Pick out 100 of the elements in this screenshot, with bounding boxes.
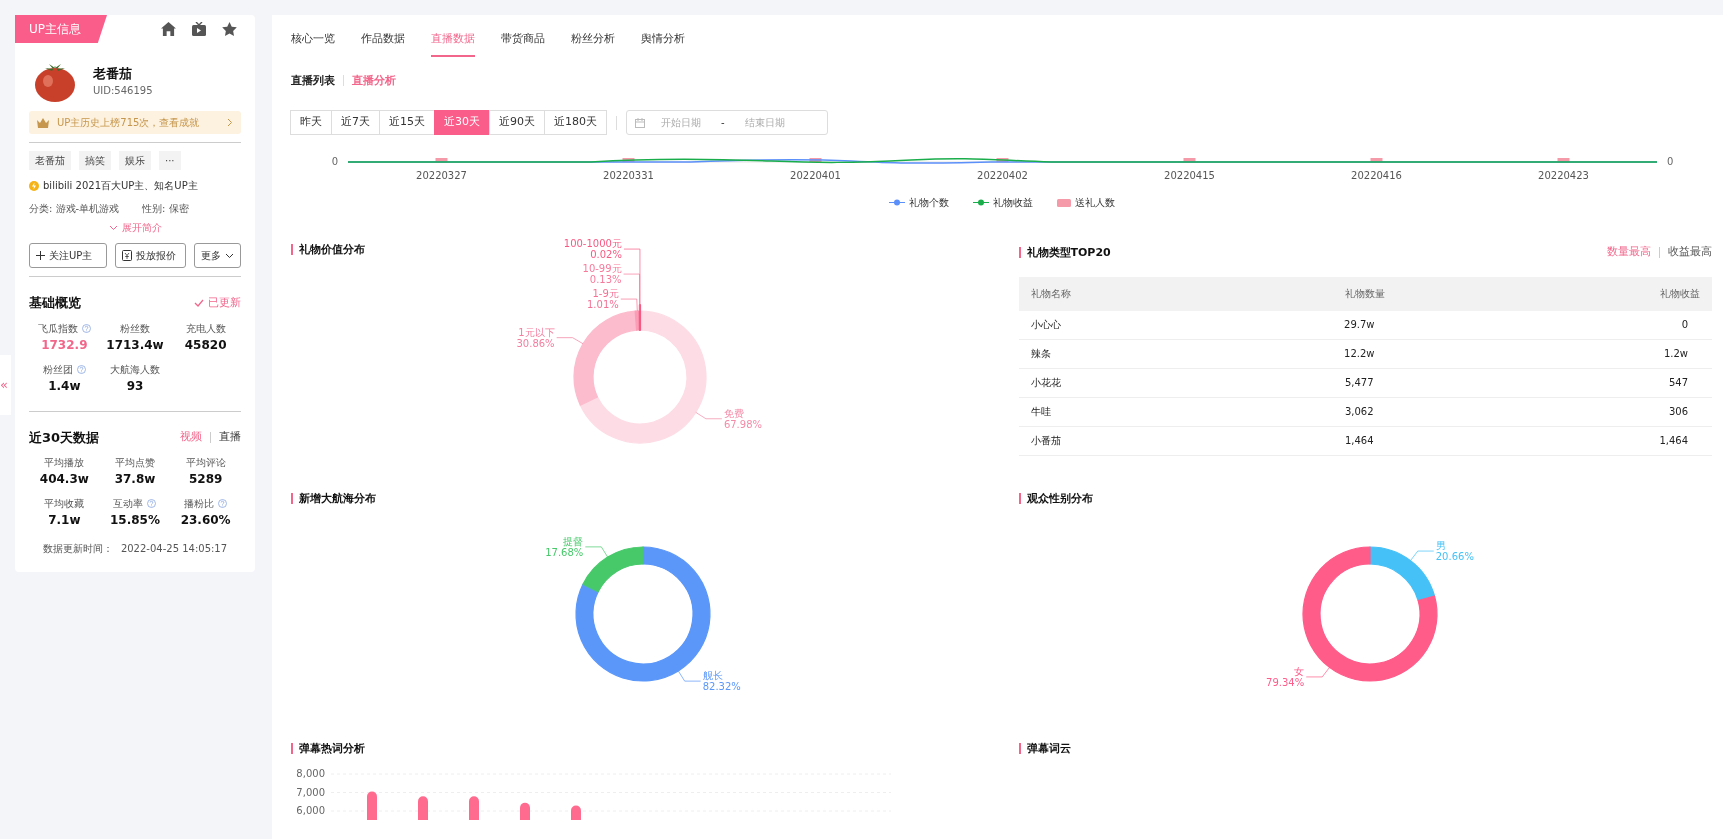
star-icon[interactable]	[222, 22, 237, 36]
table-cell: 547	[1668, 377, 1688, 388]
section-title: 弹幕热词分析	[291, 743, 1002, 754]
date-range-field[interactable]: 开始日期 - 结束日期	[626, 110, 828, 135]
axis-label: 20220331	[603, 170, 654, 181]
quote-button[interactable]: 投放报价	[115, 243, 186, 268]
stat-label: 大航海人数	[110, 362, 160, 377]
section-title: 观众性别分布	[1018, 493, 1712, 504]
tag[interactable]: ···	[159, 151, 181, 170]
legend-label[interactable]: 礼物收益	[992, 195, 1033, 210]
update-label: 数据更新时间：	[42, 542, 113, 556]
chart-bar	[996, 158, 1009, 162]
chart-bar	[809, 158, 822, 162]
slice-label: 女	[1293, 665, 1304, 677]
sub-tab[interactable]: 直播列表	[291, 72, 335, 89]
chart-bar	[435, 158, 448, 162]
axis-label: 0	[331, 156, 338, 167]
help-icon[interactable]	[218, 499, 228, 508]
update-status: 已更新	[194, 294, 241, 311]
range-button[interactable]: 近180天	[544, 110, 607, 135]
tv-icon[interactable]	[192, 22, 206, 36]
slice-value: 30.86%	[516, 337, 555, 349]
range-button[interactable]: 昨天	[290, 110, 332, 135]
table-cell: 小番茄	[1030, 435, 1061, 446]
tag[interactable]: 老番茄	[29, 151, 71, 170]
user-id: UID:546195	[93, 84, 153, 99]
chart-bar	[1183, 158, 1196, 162]
stat-label: 平均点赞	[115, 456, 155, 470]
stat-label: 飞瓜指数	[37, 321, 78, 336]
legend-label[interactable]: 礼物个数	[908, 195, 949, 210]
table-cell: 0	[1681, 319, 1688, 330]
banner-text: UP主历史上榜715次，查看成就	[57, 116, 201, 130]
profile-tag: UP主信息	[15, 15, 108, 43]
stat-label: 播粉比	[184, 497, 215, 511]
table-cell: 牛哇	[1030, 406, 1051, 417]
slice-value: 1.01%	[587, 299, 619, 311]
sort-tab[interactable]: 收益最高	[1668, 244, 1712, 261]
section-title: 礼物类型TOP20	[1018, 246, 1111, 258]
leader-line	[556, 337, 584, 345]
leader-line	[678, 670, 701, 682]
table-cell: 306	[1668, 406, 1688, 417]
nav-tab[interactable]: 带货商品	[501, 15, 545, 57]
slice-value: 0.02%	[590, 249, 622, 261]
help-icon[interactable]	[81, 323, 91, 333]
more-button[interactable]: 更多	[194, 243, 241, 268]
user-name: 老番茄	[93, 64, 133, 83]
stat-value: 45820	[184, 336, 227, 354]
table-cell: 辣条	[1030, 348, 1051, 359]
chevron-right-icon	[227, 118, 233, 127]
stat-label: 互动率	[113, 497, 144, 511]
update-time: 2022-04-25 14:05:17	[120, 542, 228, 556]
stat-label: 平均收藏	[44, 497, 85, 511]
stat-label: 平均评论	[185, 456, 226, 470]
stat-value: 5289	[188, 471, 223, 488]
check-icon	[194, 298, 204, 307]
slice-value: 82.32%	[702, 681, 741, 693]
range-button[interactable]: 近7天	[331, 110, 380, 135]
chevron-down-icon	[108, 224, 118, 231]
chart-bar	[571, 805, 581, 821]
caret-icon	[225, 252, 234, 259]
axis-label: 20220402	[977, 170, 1028, 181]
stat-value: 15.85%	[110, 512, 160, 529]
axis-label: 20220423	[1538, 170, 1589, 181]
toggle-tab[interactable]: 直播	[219, 429, 241, 446]
date-separator: -	[721, 116, 725, 130]
axis-label: 0	[1667, 156, 1674, 167]
table-cell: 5,477	[1344, 377, 1374, 388]
table-cell: 1,464	[1659, 435, 1688, 446]
slice-label: 10-99元	[582, 263, 622, 275]
follow-button[interactable]: 关注UP主	[29, 243, 108, 268]
slice-label: 1-9元	[592, 288, 619, 300]
leader-line	[585, 546, 608, 558]
home-icon[interactable]	[161, 22, 176, 36]
range-button[interactable]: 近90天	[489, 110, 545, 135]
section-title: 基础概览	[29, 294, 81, 312]
help-icon[interactable]	[147, 499, 157, 508]
table-cell: 12.2w	[1344, 348, 1375, 359]
stat-label: 充电人数	[185, 321, 226, 336]
table-cell: 1,464	[1344, 435, 1374, 446]
info-text: 分类: 游戏-单机游戏	[29, 202, 121, 216]
tag[interactable]: 娱乐	[119, 151, 151, 170]
nav-tab[interactable]: 核心一览	[291, 15, 335, 57]
nav-tab[interactable]: 作品数据	[361, 15, 405, 57]
help-icon[interactable]	[76, 364, 86, 374]
range-button[interactable]: 近15天	[379, 110, 435, 135]
legend-label[interactable]: 送礼人数	[1074, 195, 1115, 210]
tag[interactable]: 搞笑	[79, 151, 111, 170]
chart-bar	[520, 802, 530, 821]
table-cell: 29.7w	[1344, 319, 1375, 330]
table-cell: 3,062	[1344, 406, 1374, 417]
nav-tab[interactable]: 粉丝分析	[571, 15, 615, 57]
axis-label: 7,000	[296, 786, 325, 798]
lightning-badge-icon	[29, 180, 39, 191]
price-tag-icon	[122, 250, 133, 261]
chart-bar	[1557, 158, 1570, 162]
nav-tab[interactable]: 舆情分析	[641, 15, 685, 57]
slice-value: 20.66%	[1435, 551, 1474, 563]
slice-label: 提督	[563, 535, 584, 547]
stat-value: 93	[126, 377, 144, 395]
table-cell: 小花花	[1030, 377, 1061, 388]
